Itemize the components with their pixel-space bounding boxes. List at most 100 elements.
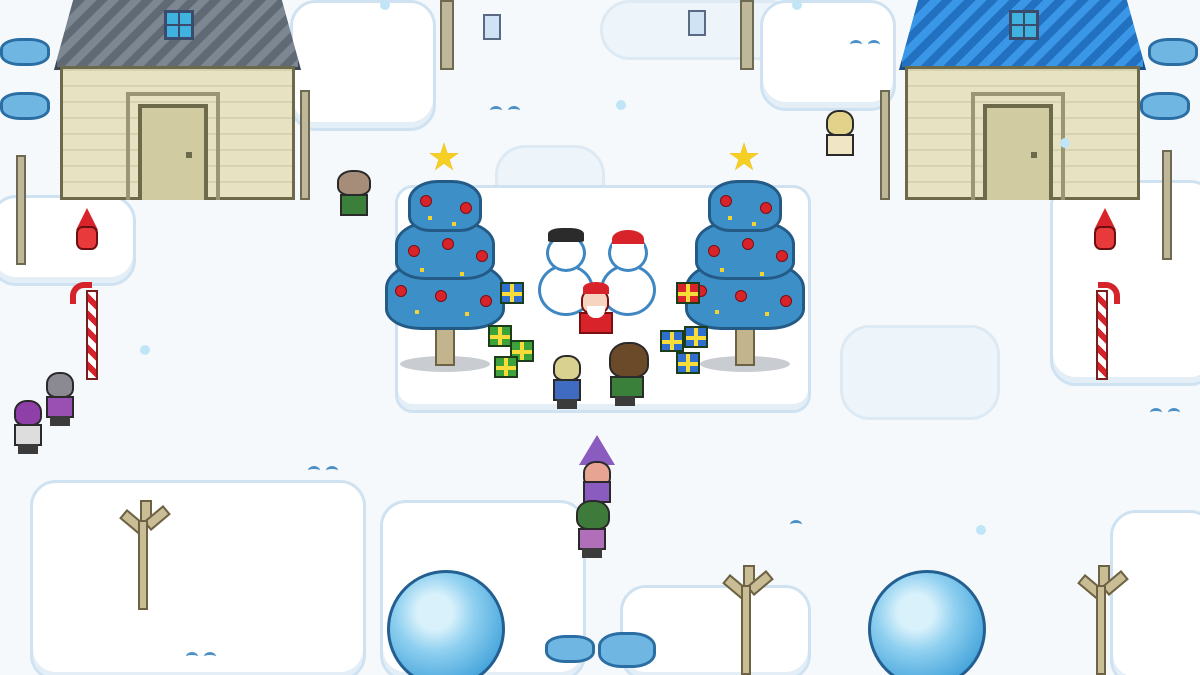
garland-light	[760, 272, 764, 276]
garland-light	[415, 310, 419, 314]
character-head	[46, 372, 74, 398]
lantern-icon	[483, 14, 501, 40]
fence-post	[880, 90, 890, 200]
character-head	[337, 170, 371, 196]
garland-light	[465, 312, 469, 316]
garland-light	[452, 222, 456, 226]
door-knob	[1031, 152, 1037, 158]
bare-tree-icon	[112, 500, 172, 610]
purple-wizard[interactable]	[575, 435, 619, 505]
gift-icon[interactable]	[494, 356, 518, 378]
character-body	[610, 376, 644, 398]
character-head	[609, 342, 649, 378]
right-house[interactable]	[899, 0, 1146, 200]
snow-sparkle	[976, 525, 986, 535]
brown-haired-villager[interactable]	[603, 342, 651, 408]
candy-cane-hook	[70, 282, 92, 304]
star-icon: ★	[727, 135, 762, 179]
snow-sparkle	[1060, 138, 1070, 148]
bird-icon	[326, 466, 338, 475]
gift-icon[interactable]	[684, 326, 708, 348]
character-body	[578, 528, 606, 550]
ornament	[720, 195, 732, 207]
house-window	[1009, 10, 1039, 40]
ornament	[760, 202, 772, 214]
santa[interactable]	[575, 282, 619, 348]
snow-sparkle	[380, 0, 390, 10]
snow-sparkle	[792, 0, 802, 10]
garland-light	[752, 222, 756, 226]
snow-mound	[840, 325, 1000, 420]
gift-icon[interactable]	[676, 352, 700, 374]
bird-icon	[186, 652, 198, 661]
fence-post	[1162, 150, 1172, 260]
ornament	[442, 238, 454, 250]
ornament	[742, 238, 754, 250]
character-body	[553, 379, 581, 401]
ornament	[735, 290, 747, 302]
character-legs	[50, 416, 70, 426]
door-knob	[186, 152, 192, 158]
fence-post	[300, 90, 310, 200]
santa-hat-icon	[612, 230, 644, 248]
character-head	[576, 500, 610, 530]
garland-light	[765, 312, 769, 316]
bird-icon	[1150, 408, 1162, 417]
purple-haired-villager[interactable]	[8, 400, 48, 454]
bird-icon	[1168, 408, 1180, 417]
gnome-icon[interactable]	[72, 208, 102, 252]
character-body	[826, 134, 854, 156]
ornament	[480, 295, 492, 307]
bird-icon	[850, 40, 862, 49]
lamp-post	[440, 0, 454, 70]
house-door[interactable]	[983, 104, 1053, 200]
frosted-bush	[0, 92, 50, 120]
character-legs	[582, 548, 602, 558]
gift-icon[interactable]	[488, 325, 512, 347]
gift-icon[interactable]	[676, 282, 700, 304]
ornament	[420, 195, 432, 207]
garland-light	[715, 310, 719, 314]
character-legs	[18, 444, 38, 454]
lantern-icon	[688, 10, 706, 36]
gnome-body	[76, 226, 98, 250]
frosted-bush	[0, 38, 50, 66]
mushroom-cap-villager[interactable]	[334, 170, 374, 224]
gnome-icon[interactable]	[1090, 208, 1120, 252]
garland-light	[420, 268, 424, 272]
ornament	[708, 245, 720, 257]
frosted-bush	[545, 635, 595, 663]
game-scene[interactable]: ★ ★	[0, 0, 1200, 675]
bird-icon	[868, 40, 880, 49]
house-door[interactable]	[138, 104, 208, 200]
garland-light	[460, 272, 464, 276]
house-window	[164, 10, 194, 40]
santa-hat-icon	[583, 282, 609, 294]
ornament	[435, 290, 447, 302]
frosted-bush	[598, 632, 656, 668]
character-body	[46, 396, 74, 418]
bird-icon	[508, 106, 520, 115]
blonde-villager[interactable]	[820, 110, 860, 164]
green-haired-villager[interactable]	[570, 500, 616, 560]
snowball-icon[interactable]	[868, 570, 986, 675]
ornament	[780, 295, 792, 307]
snow-sparkle	[616, 100, 626, 110]
snow-drift	[760, 0, 896, 111]
bird-icon	[204, 652, 216, 661]
top-hat-icon	[548, 228, 584, 242]
bare-tree-icon	[1070, 565, 1130, 675]
gift-icon[interactable]	[660, 330, 684, 352]
ornament	[408, 245, 420, 257]
gnome-body	[1094, 226, 1116, 250]
fence-post	[16, 155, 26, 265]
gift-icon[interactable]	[500, 282, 524, 304]
bird-icon	[490, 106, 502, 115]
frosted-bush	[1148, 38, 1198, 66]
character-legs	[615, 396, 635, 406]
left-house[interactable]	[54, 0, 301, 200]
blonde-child[interactable]	[547, 355, 587, 409]
frosted-bush	[1140, 92, 1190, 120]
ornament	[395, 285, 407, 297]
character-body	[340, 194, 368, 216]
